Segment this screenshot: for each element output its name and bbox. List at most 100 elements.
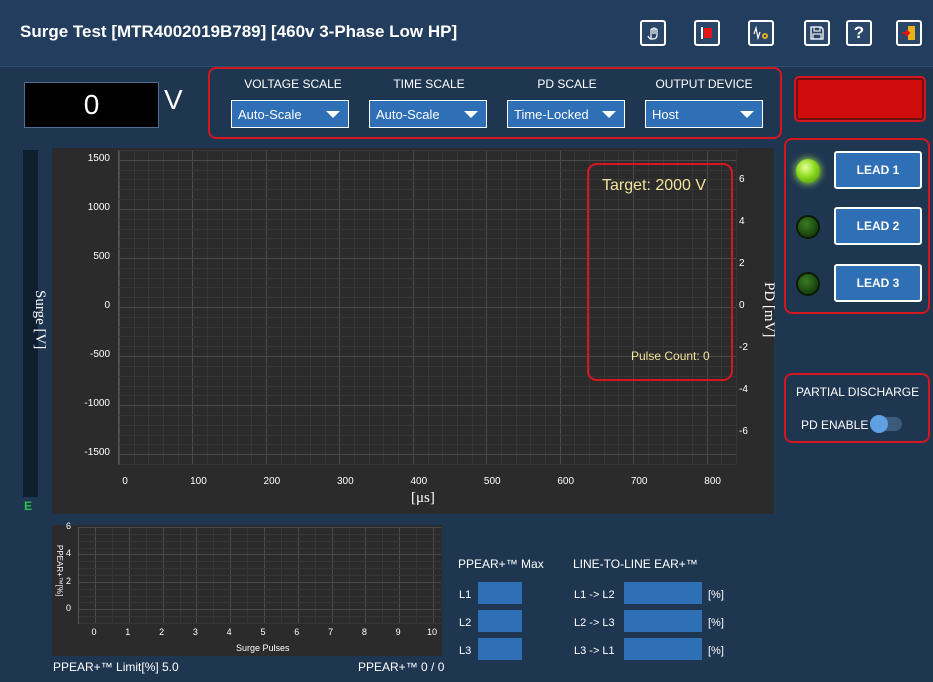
chevron-down-icon [740, 110, 754, 118]
voltage-scale-dropdown[interactable]: Auto-Scale [231, 100, 349, 128]
page-title: Surge Test [MTR4002019B789] [460v 3-Phas… [20, 22, 458, 41]
ppear-x-tick-label: 0 [91, 627, 97, 637]
ppear-max-l1-label: L1 [459, 589, 472, 601]
ppear-y-tick-label: 0 [66, 603, 72, 614]
y-tick-label: -1000 [84, 398, 110, 410]
grid-line [79, 547, 441, 549]
ppear-x-tick-label: 1 [125, 627, 131, 637]
ppear-y-tick-label: 6 [66, 521, 72, 531]
ppear-x-tick-label: 10 [426, 627, 437, 637]
grid-line [119, 434, 736, 436]
hand-wave-icon[interactable] [640, 20, 666, 46]
l1-l2-label: L1 -> L2 [574, 589, 615, 601]
exit-icon[interactable] [896, 20, 922, 46]
y2-tick-label: 4 [739, 216, 745, 228]
y2-tick-label: 2 [739, 258, 745, 270]
grid-line [79, 616, 441, 618]
voltage-readout: 0 [24, 82, 159, 128]
pd-enable-label: PD ENABLE [801, 418, 869, 432]
ppear-x-tick-label: 7 [328, 627, 334, 637]
x-tick-label: 800 [704, 476, 721, 487]
lead-2-button[interactable]: LEAD 2 [834, 207, 922, 245]
chevron-down-icon [602, 110, 616, 118]
l2-l3-unit: [%] [708, 617, 724, 629]
y2-tick-label: -2 [739, 341, 748, 353]
ppear-x-axis-label: Surge Pulses [236, 643, 290, 653]
grid-line [119, 395, 736, 397]
x-tick-label: 100 [190, 476, 207, 487]
grid-line [119, 444, 736, 446]
x-tick-label: 700 [630, 476, 648, 487]
y-tick-label: 0 [104, 300, 110, 311]
time-scale-dropdown[interactable]: Auto-Scale [369, 100, 487, 128]
grid-line [119, 454, 736, 456]
pd-scale-label: PD SCALE [537, 77, 597, 91]
ppear-y-axis-label: PPEAR+™[%] [55, 545, 64, 597]
l1-l2-field [624, 582, 702, 604]
ppear-x-tick-label: 6 [294, 627, 300, 637]
toggle-knob [870, 415, 888, 433]
grid-line [119, 464, 736, 465]
line-to-line-title: LINE-TO-LINE EAR+™ [573, 557, 698, 571]
level-indicator-label: E [24, 499, 33, 513]
save-icon[interactable] [804, 20, 830, 46]
grid-line [79, 554, 441, 556]
ppear-max-l2-field [478, 610, 522, 632]
ppear-max-l3-field [478, 638, 522, 660]
lead-1-indicator [796, 159, 820, 183]
lead-2-indicator [796, 215, 820, 239]
l3-l1-label: L3 -> L1 [574, 645, 615, 657]
grid-line [119, 385, 736, 387]
main-y2-axis-label: PD [mV] [761, 282, 777, 338]
y2-tick-label: 6 [739, 174, 745, 186]
x-tick-label: 400 [410, 476, 428, 487]
output-device-dropdown[interactable]: Host [645, 100, 763, 128]
ppear-x-tick-label: 5 [260, 627, 266, 637]
ppear-x-tick-label: 8 [361, 627, 367, 637]
lead-3-button[interactable]: LEAD 3 [834, 264, 922, 302]
main-x-axis-label: [μs] [411, 490, 435, 506]
start-test-button[interactable] [796, 78, 924, 120]
ppear-max-l2-label: L2 [459, 617, 472, 629]
y-tick-label: -1500 [84, 447, 110, 459]
ppear-chart-plot [78, 527, 441, 624]
grid-line [119, 405, 736, 407]
grid-line [79, 527, 441, 528]
grid-line [79, 581, 441, 583]
pd-scale-dropdown[interactable]: Time-Locked [507, 100, 625, 128]
y2-tick-label: 0 [739, 300, 745, 311]
pd-enable-toggle[interactable] [870, 415, 902, 433]
x-tick-label: 500 [483, 476, 501, 487]
bookmark-icon[interactable] [694, 20, 720, 46]
lead-1-button[interactable]: LEAD 1 [834, 151, 922, 189]
grid-line [79, 588, 441, 590]
ppear-max-l3-label: L3 [459, 645, 472, 657]
l3-l1-unit: [%] [708, 645, 724, 657]
l3-l1-field [624, 638, 702, 660]
help-icon[interactable]: ? [846, 20, 872, 46]
grid-line [119, 424, 736, 426]
grid-line [79, 595, 441, 597]
ppear-x-tick-label: 9 [395, 627, 401, 637]
settings-wave-icon[interactable] [748, 20, 774, 46]
ppear-max-l1-field [478, 582, 522, 604]
x-tick-label: 300 [337, 476, 354, 487]
grid-line [79, 623, 441, 624]
grid-line [119, 150, 736, 151]
grid-line [79, 533, 441, 535]
main-y-axis-label: Surge [V] [32, 290, 48, 350]
ppear-x-tick-label: 3 [192, 627, 198, 637]
x-tick-label: 600 [557, 476, 575, 487]
ppear-max-title: PPEAR+™ Max [458, 557, 544, 571]
chevron-down-icon [464, 110, 478, 118]
voltage-scale-label: VOLTAGE SCALE [244, 77, 342, 91]
l1-l2-unit: [%] [708, 589, 724, 601]
y2-tick-label: -4 [739, 383, 748, 395]
grid-line [79, 609, 441, 611]
chevron-down-icon [326, 110, 340, 118]
grid-line [79, 540, 441, 542]
voltage-unit: V [164, 84, 183, 115]
partial-discharge-group [784, 373, 930, 443]
ppear-x-tick-label: 2 [159, 627, 165, 637]
y-tick-label: 500 [93, 250, 110, 262]
